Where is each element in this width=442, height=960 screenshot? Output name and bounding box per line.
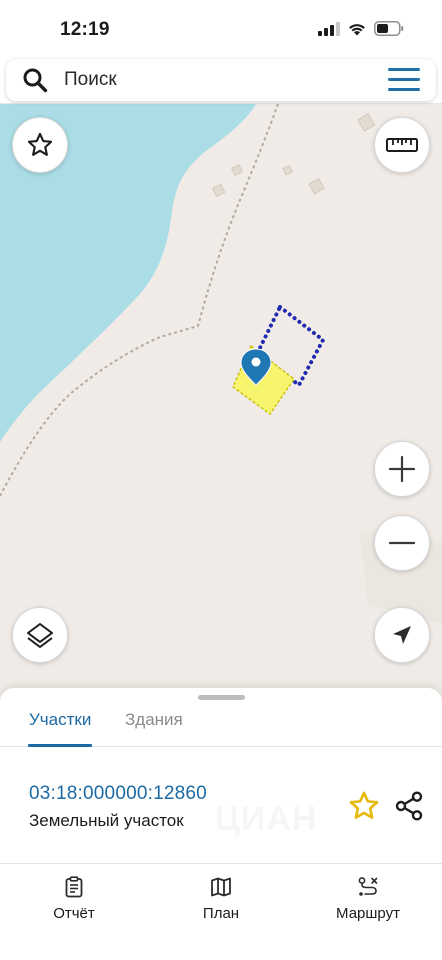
favorite-star-icon[interactable] xyxy=(348,790,380,822)
star-outline-icon xyxy=(27,132,53,156)
building xyxy=(212,183,226,197)
ruler-button[interactable] xyxy=(374,117,430,173)
zoom-out-button[interactable] xyxy=(374,515,430,571)
building xyxy=(231,164,243,176)
layers-icon xyxy=(27,623,53,648)
building xyxy=(282,164,293,176)
layers-button[interactable] xyxy=(12,607,68,663)
status-bar: 12:19 xyxy=(0,0,442,56)
nav-plan[interactable]: План xyxy=(161,876,281,922)
cadastral-number-link[interactable]: 03:18:000000:12860 xyxy=(29,783,207,805)
tab-buildings[interactable]: Здания xyxy=(125,708,183,747)
sheet-tabs: Участки Здания xyxy=(0,708,442,747)
favorites-button[interactable] xyxy=(12,117,68,173)
battery-icon xyxy=(374,21,404,36)
nav-route[interactable]: Маршрут xyxy=(308,876,428,922)
zoom-in-button[interactable] xyxy=(374,441,430,497)
parcel-type-label: Земельный участок xyxy=(29,811,184,830)
nav-route-label: Маршрут xyxy=(336,905,400,922)
cellular-signal-icon xyxy=(318,21,340,36)
share-icon[interactable] xyxy=(393,790,425,822)
plus-icon xyxy=(388,455,416,483)
cian-watermark: ЦИАН xyxy=(215,800,317,839)
bottom-navigation: Отчёт План Маршрут xyxy=(0,863,442,960)
nav-plan-label: План xyxy=(202,905,240,922)
my-location-button[interactable] xyxy=(374,607,430,663)
search-icon[interactable] xyxy=(22,67,48,93)
search-input[interactable] xyxy=(64,65,364,95)
building xyxy=(308,177,325,195)
hamburger-menu-icon[interactable] xyxy=(388,68,420,92)
location-arrow-icon xyxy=(393,626,411,644)
status-icons xyxy=(318,21,404,36)
nav-report-label: Отчёт xyxy=(53,905,95,922)
nav-report[interactable]: Отчёт xyxy=(14,876,134,922)
building xyxy=(357,113,376,132)
search-box[interactable] xyxy=(6,59,436,101)
route-icon xyxy=(358,877,378,896)
report-icon xyxy=(65,876,83,898)
status-time: 12:19 xyxy=(60,19,110,40)
tab-parcels[interactable]: Участки xyxy=(27,708,93,747)
sheet-drag-handle[interactable] xyxy=(198,695,245,700)
wifi-icon xyxy=(349,23,365,35)
map-plan-icon xyxy=(211,877,231,897)
ruler-icon xyxy=(386,138,418,152)
minus-icon xyxy=(388,541,416,545)
search-bar xyxy=(0,56,442,104)
map-view[interactable] xyxy=(0,104,442,724)
